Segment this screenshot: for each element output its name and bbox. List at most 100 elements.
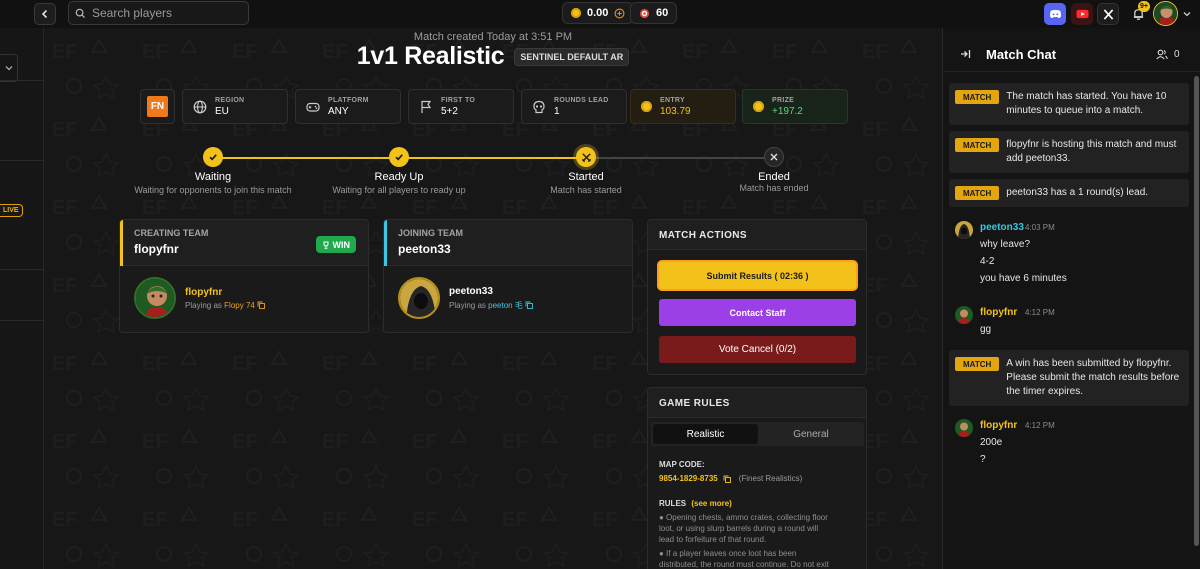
player-name[interactable]: peeton33	[449, 286, 533, 297]
flag-icon	[421, 100, 432, 113]
target-icon	[639, 8, 650, 18]
step-label: Ended	[758, 171, 790, 183]
info-label: PLATFORM	[328, 96, 369, 104]
match-title-row: 1v1 Realistic SENTINEL DEFAULT AR	[44, 42, 942, 71]
step-ready-check	[389, 147, 409, 167]
win-label: WIN	[332, 239, 351, 250]
step-waiting-check	[203, 147, 223, 167]
match-actions-panel: MATCH ACTIONS Submit Results ( 02:36 ) C…	[647, 219, 867, 375]
chat-header: Match Chat 0	[943, 28, 1200, 72]
search-input[interactable]	[92, 6, 242, 20]
chat-username[interactable]: flopyfnr	[980, 420, 1017, 431]
balance-pill[interactable]: 0.00	[562, 2, 635, 24]
chat-message: flopyfnr 4:12 PM gg	[955, 306, 1185, 338]
trophy-icon	[323, 241, 328, 249]
chevron-left-icon	[41, 9, 48, 19]
chat-message-line: ?	[980, 454, 986, 465]
player-avatar	[134, 277, 176, 319]
discord-icon	[1049, 9, 1061, 18]
playing-as: Playing as Flopy 74	[185, 301, 266, 310]
sidebar-dropdown[interactable]	[0, 54, 18, 82]
copy-icon[interactable]	[525, 301, 534, 309]
live-badge[interactable]: LIVE	[0, 204, 23, 217]
info-value: +197.2	[772, 105, 803, 117]
skull-icon	[533, 100, 545, 113]
left-sidebar: LIVE	[0, 28, 44, 569]
copy-icon[interactable]	[257, 301, 266, 309]
x-button[interactable]	[1097, 3, 1119, 25]
team-heading: JOINING TEAM	[398, 228, 464, 238]
match-tag: MATCH	[955, 186, 1000, 200]
rule-line: ● If a player leaves once loot has been	[659, 549, 797, 558]
info-label: REGION	[215, 96, 245, 104]
close-icon	[770, 153, 778, 161]
step-ended-icon	[764, 147, 784, 167]
chat-timestamp: 4:12 PM	[1025, 421, 1055, 430]
check-icon	[395, 154, 403, 161]
see-more-link[interactable]: (see more)	[691, 499, 731, 508]
vote-cancel-button[interactable]: Vote Cancel (0/2)	[659, 336, 856, 363]
step-sub: Waiting for all players to ready up	[332, 185, 466, 195]
copy-icon[interactable]	[723, 475, 731, 483]
rules-tabs: Realistic General	[651, 422, 864, 446]
fortnite-logo-icon: FN	[147, 96, 168, 117]
chevron-down-icon[interactable]	[1183, 10, 1191, 18]
player-avatar	[398, 277, 440, 319]
info-value: EU	[215, 105, 229, 117]
gamepad-icon	[306, 102, 320, 112]
chat-username[interactable]: flopyfnr	[980, 307, 1017, 318]
info-value: ANY	[328, 105, 349, 117]
system-message: MATCH The match has started. You have 10…	[949, 83, 1189, 125]
rule-line: distributed, the round must continue. Do…	[659, 560, 829, 569]
submit-results-button[interactable]: Submit Results ( 02:36 )	[659, 262, 856, 289]
collapse-panel-icon[interactable]	[960, 49, 971, 59]
chat-message-line: gg	[980, 324, 992, 335]
step-sub: Waiting for opponents to join this match	[134, 185, 292, 195]
contact-staff-button[interactable]: Contact Staff	[659, 299, 856, 326]
sidebar-divider	[0, 269, 44, 270]
info-label: ENTRY	[660, 96, 685, 104]
tokens-pill[interactable]: 60	[630, 2, 678, 24]
discord-button[interactable]	[1044, 3, 1066, 25]
panel-heading: MATCH ACTIONS	[648, 220, 866, 250]
chat-scrollbar[interactable]	[1194, 76, 1199, 546]
chat-message: peeton33 4:03 PM why leave? 4-2 you have…	[955, 221, 1185, 287]
chat-avatar[interactable]	[955, 306, 973, 324]
back-button[interactable]	[34, 3, 56, 25]
info-value: 1	[554, 105, 560, 117]
chat-username[interactable]: peeton33	[980, 222, 1024, 233]
panel-heading: GAME RULES	[648, 388, 866, 418]
notifications-button[interactable]: 9+	[1127, 1, 1150, 25]
rule-line: ● Opening chests, ammo crates, collectin…	[659, 513, 828, 522]
team-player[interactable]: peeton33 Playing as peeton 毛	[398, 277, 534, 319]
step-label: Started	[568, 171, 604, 183]
system-message: MATCH peeton33 has a 1 round(s) lead.	[949, 179, 1189, 207]
step-label: Waiting	[194, 171, 232, 183]
system-message: MATCH A win has been submitted by flopyf…	[949, 350, 1189, 406]
info-region: REGION EU	[182, 89, 288, 124]
team-header: JOINING TEAM peeton33	[384, 220, 632, 266]
team-player[interactable]: flopyfnr Playing as Flopy 74	[134, 277, 266, 319]
team-accent-bar	[384, 220, 387, 266]
info-value: 103.79	[660, 105, 691, 117]
tab-realistic[interactable]: Realistic	[653, 424, 758, 444]
app-window: 0.00 60 9+ LIVE	[0, 0, 1200, 569]
info-label: PRIZE	[772, 96, 795, 104]
avatar-image	[955, 419, 973, 437]
step-sub: Match has started	[550, 185, 622, 195]
chat-avatar[interactable]	[955, 221, 973, 239]
rules-label: RULES	[659, 499, 687, 508]
player-name[interactable]: flopyfnr	[185, 287, 265, 298]
notification-count-badge: 9+	[1138, 1, 1150, 12]
search-box[interactable]	[68, 1, 249, 25]
chat-avatar[interactable]	[955, 419, 973, 437]
game-rules-panel: GAME RULES Realistic General MAP CODE: 9…	[647, 387, 867, 569]
youtube-button[interactable]	[1071, 3, 1093, 25]
info-prize: PRIZE +197.2	[742, 89, 848, 124]
user-avatar[interactable]	[1153, 1, 1178, 26]
map-code-label: MAP CODE:	[659, 460, 705, 469]
map-code-value[interactable]: 9854-1829-8735	[659, 474, 718, 483]
tab-general[interactable]: General	[760, 424, 862, 444]
map-name: (Finest Realistics)	[738, 474, 803, 483]
balance-value: 0.00	[587, 7, 609, 19]
